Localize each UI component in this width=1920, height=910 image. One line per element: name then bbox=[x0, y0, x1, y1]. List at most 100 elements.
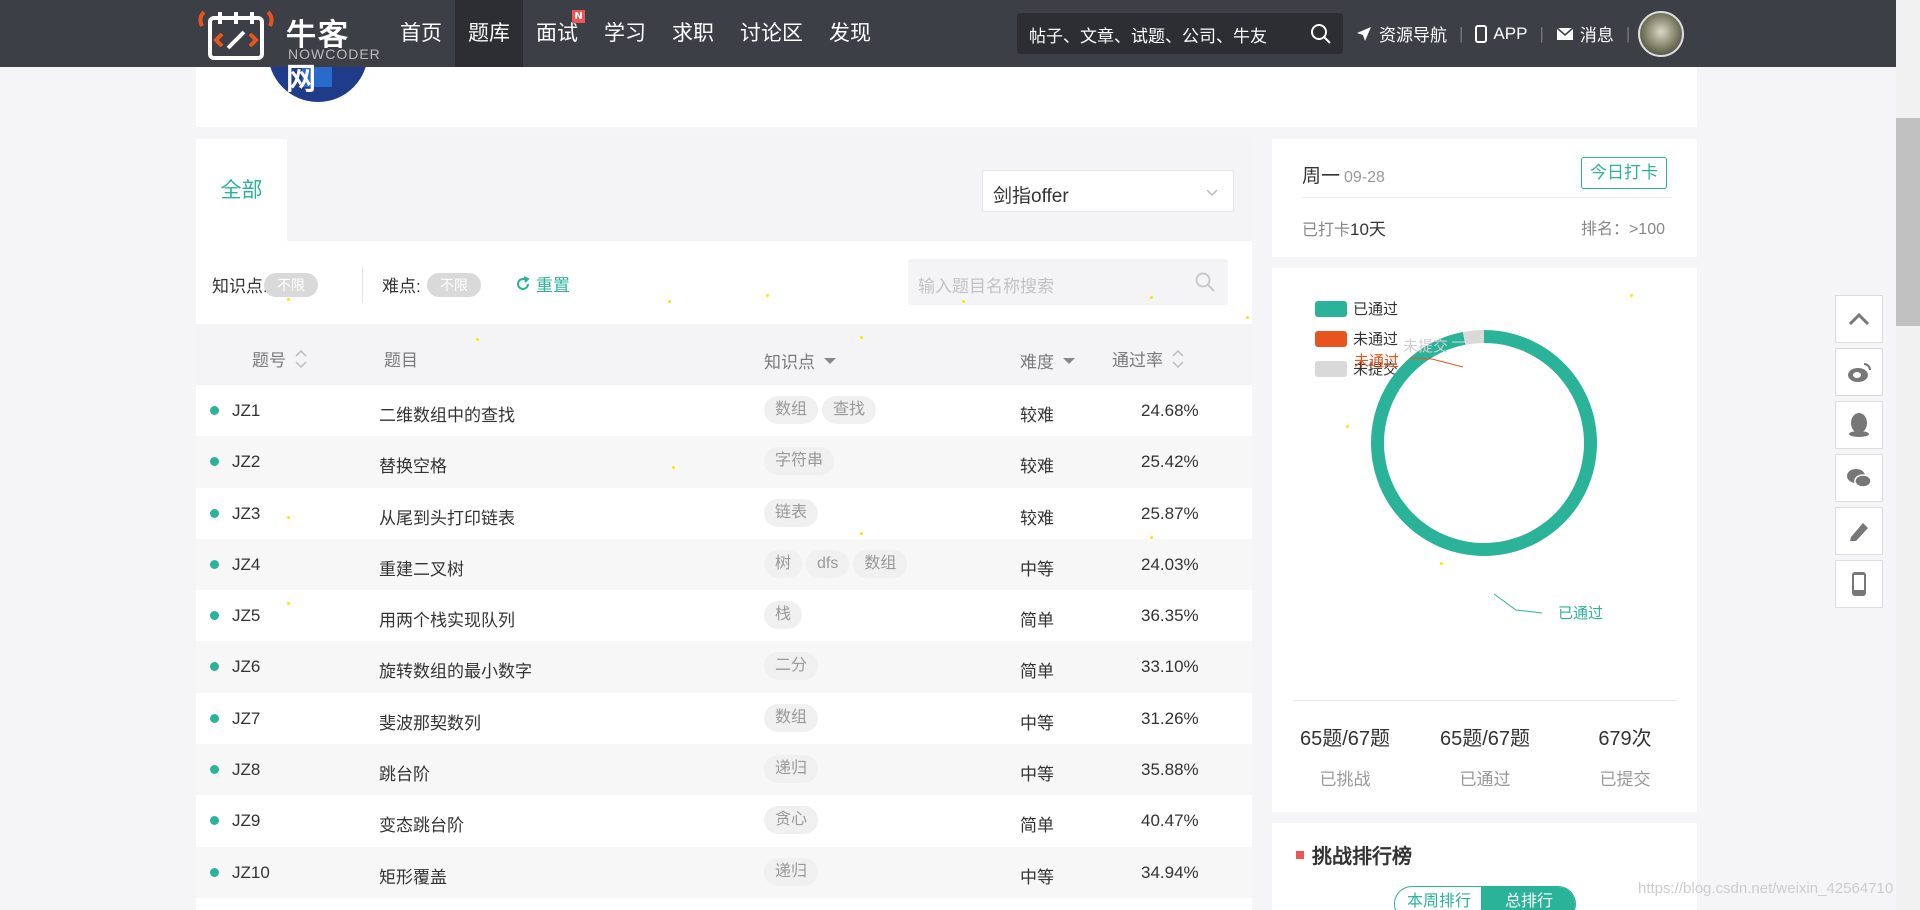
question-title[interactable]: 斐波那契数列 bbox=[379, 709, 481, 734]
status-dot bbox=[210, 713, 219, 723]
col-title-label: 题目 bbox=[384, 351, 418, 370]
user-avatar[interactable] bbox=[1638, 11, 1684, 57]
question-number: JZ7 bbox=[232, 708, 261, 728]
table-row[interactable]: JZ2 替换空格 字符串 较难 25.42% bbox=[196, 436, 1252, 488]
question-title[interactable]: 跳台阶 bbox=[379, 760, 430, 785]
question-title[interactable]: 旋转数组的最小数字 bbox=[379, 657, 532, 682]
nav-discuss[interactable]: 讨论区 bbox=[727, 0, 816, 67]
table-row[interactable]: JZ6 旋转数组的最小数字 二分 简单 33.10% bbox=[196, 641, 1252, 693]
difficulty: 较难 bbox=[1020, 406, 1054, 425]
table-row[interactable]: JZ8 跳台阶 递归 中等 35.88% bbox=[196, 744, 1252, 796]
col-tags[interactable]: 知识点 bbox=[764, 348, 837, 373]
resources-link[interactable]: 资源导航 bbox=[1355, 21, 1447, 46]
col-title: 题目 bbox=[384, 346, 418, 371]
tab-weekly-rank[interactable]: 本周排行 bbox=[1395, 887, 1483, 910]
top-links: 资源导航 | APP | 消息 | bbox=[1355, 0, 1642, 67]
pass-rate: 25.42% bbox=[1141, 452, 1199, 472]
col-number-label: 题号 bbox=[252, 351, 286, 370]
search-icon[interactable] bbox=[1194, 271, 1216, 293]
question-title[interactable]: 二维数组中的查找 bbox=[379, 401, 515, 426]
back-to-top-button[interactable] bbox=[1835, 295, 1883, 343]
nav-interview[interactable]: 面试 N bbox=[523, 0, 591, 67]
knowledge-tag[interactable]: 数组 bbox=[853, 549, 908, 578]
knowledge-tag[interactable]: 栈 bbox=[764, 601, 803, 630]
checkin-button[interactable]: 今日打卡 bbox=[1581, 157, 1667, 189]
scrollbar-thumb[interactable] bbox=[1896, 118, 1920, 326]
tab-total-rank[interactable]: 总排行 bbox=[1481, 887, 1575, 910]
knowledge-tag[interactable]: 贪心 bbox=[764, 806, 819, 835]
logo-calendar-icon bbox=[198, 10, 274, 60]
col-tags-label: 知识点 bbox=[764, 353, 815, 372]
table-row[interactable]: JZ1 二维数组中的查找 数组 查找 较难 24.68% bbox=[196, 385, 1252, 436]
stat-challenged: 65题/67题 已挑战 bbox=[1275, 708, 1415, 790]
knowledge-tag[interactable]: 树 bbox=[764, 549, 803, 578]
table-row[interactable]: JZ9 变态跳台阶 贪心 简单 40.47% bbox=[196, 795, 1252, 846]
knowledge-tag[interactable]: 字符串 bbox=[764, 447, 835, 476]
global-search-input[interactable]: 帖子、文章、试题、公司、牛友 bbox=[1017, 13, 1343, 54]
question-title[interactable]: 从尾到头打印链表 bbox=[379, 504, 515, 529]
knowledge-tag[interactable]: 链表 bbox=[764, 498, 819, 527]
stat-label: 已通过 bbox=[1459, 770, 1511, 789]
nav-learn[interactable]: 学习 bbox=[591, 0, 659, 67]
stat-value: 65题/67题 bbox=[1439, 728, 1531, 750]
reset-button[interactable]: 重置 bbox=[514, 271, 570, 296]
knowledge-tag[interactable]: 递归 bbox=[764, 857, 819, 886]
col-pass-rate[interactable]: 通过率 bbox=[1112, 346, 1185, 371]
donut-slice-passed[interactable] bbox=[1371, 330, 1597, 556]
divider: | bbox=[1459, 23, 1464, 43]
tab-all[interactable]: 全部 bbox=[196, 139, 287, 241]
knowledge-tag[interactable]: 递归 bbox=[764, 755, 819, 784]
difficulty: 较难 bbox=[1020, 457, 1054, 477]
knowledge-filter-pill[interactable]: 不限 bbox=[264, 273, 318, 297]
divider: | bbox=[1625, 23, 1631, 43]
table-row[interactable]: JZ10 矩形覆盖 递归 中等 34.94% bbox=[196, 846, 1252, 898]
question-title[interactable]: 替换空格 bbox=[379, 452, 447, 477]
difficulty-filter-label: 难点: bbox=[382, 277, 421, 296]
feedback-button[interactable] bbox=[1835, 507, 1883, 555]
table-row[interactable]: JZ7 斐波那契数列 数组 中等 31.26% bbox=[196, 693, 1252, 744]
filter-bar: 知识点: 不限 难点: 不限 重置 输入题目名称搜索 bbox=[196, 241, 1252, 324]
divider: | bbox=[1539, 23, 1544, 43]
nav-discuss-label: 讨论区 bbox=[740, 21, 803, 45]
checkin-date: 周一 09-28 bbox=[1302, 161, 1385, 188]
knowledge-tag[interactable]: 数组 bbox=[764, 396, 819, 424]
question-number: JZ8 bbox=[232, 760, 261, 780]
question-title[interactable]: 重建二叉树 bbox=[379, 555, 464, 580]
pass-rate: 33.10% bbox=[1141, 657, 1199, 677]
table-row[interactable]: JZ5 用两个栈实现队列 栈 简单 36.35% bbox=[196, 590, 1252, 641]
question-title[interactable]: 矩形覆盖 bbox=[379, 863, 447, 888]
search-icon[interactable] bbox=[1309, 22, 1333, 46]
messages-link[interactable]: 消息 bbox=[1556, 21, 1614, 46]
question-search-input[interactable]: 输入题目名称搜索 bbox=[908, 259, 1228, 305]
nowcoder-logo[interactable]: 牛客网 NOWCODER bbox=[196, 6, 380, 96]
table-row[interactable]: JZ3 从尾到头打印链表 链表 较难 25.87% bbox=[196, 488, 1252, 539]
nav-question-bank[interactable]: 题库 bbox=[455, 0, 523, 67]
question-title[interactable]: 变态跳台阶 bbox=[379, 811, 464, 836]
nav-jobs[interactable]: 求职 bbox=[659, 0, 727, 67]
checkin-card: 周一 09-28 今日打卡 已打卡10天 排名：>100 bbox=[1272, 139, 1697, 257]
knowledge-tag[interactable]: 数组 bbox=[764, 703, 819, 732]
mobile-app-button[interactable] bbox=[1835, 560, 1883, 608]
collection-select[interactable]: 剑指offer bbox=[982, 170, 1234, 212]
nav-discover[interactable]: 发现 bbox=[816, 0, 884, 67]
question-title[interactable]: 用两个栈实现队列 bbox=[379, 606, 515, 631]
app-link[interactable]: APP bbox=[1475, 24, 1527, 44]
pass-rate: 36.35% bbox=[1141, 606, 1199, 626]
knowledge-tag[interactable]: 查找 bbox=[822, 396, 877, 424]
knowledge-tag[interactable]: 二分 bbox=[764, 652, 819, 681]
table-row[interactable]: JZ4 重建二叉树 树 dfs 数组 中等 24.03% bbox=[196, 538, 1252, 591]
difficulty-filter-pill[interactable]: 不限 bbox=[427, 273, 481, 297]
status-dot bbox=[210, 406, 219, 415]
wechat-share-button[interactable] bbox=[1835, 454, 1883, 502]
weibo-share-button[interactable] bbox=[1835, 348, 1883, 396]
knowledge-tag[interactable]: dfs bbox=[806, 549, 850, 578]
status-dot bbox=[210, 611, 219, 621]
nav-home[interactable]: 首页 bbox=[387, 0, 455, 67]
col-difficulty[interactable]: 难度 bbox=[1020, 348, 1076, 373]
tag-list: 数组 bbox=[764, 703, 819, 732]
sort-icon bbox=[1172, 349, 1184, 368]
qq-share-button[interactable] bbox=[1835, 401, 1883, 449]
question-number: JZ5 bbox=[232, 606, 261, 626]
leaderboard-title-label: 挑战排行榜 bbox=[1312, 846, 1412, 868]
col-number[interactable]: 题号 bbox=[252, 346, 308, 371]
